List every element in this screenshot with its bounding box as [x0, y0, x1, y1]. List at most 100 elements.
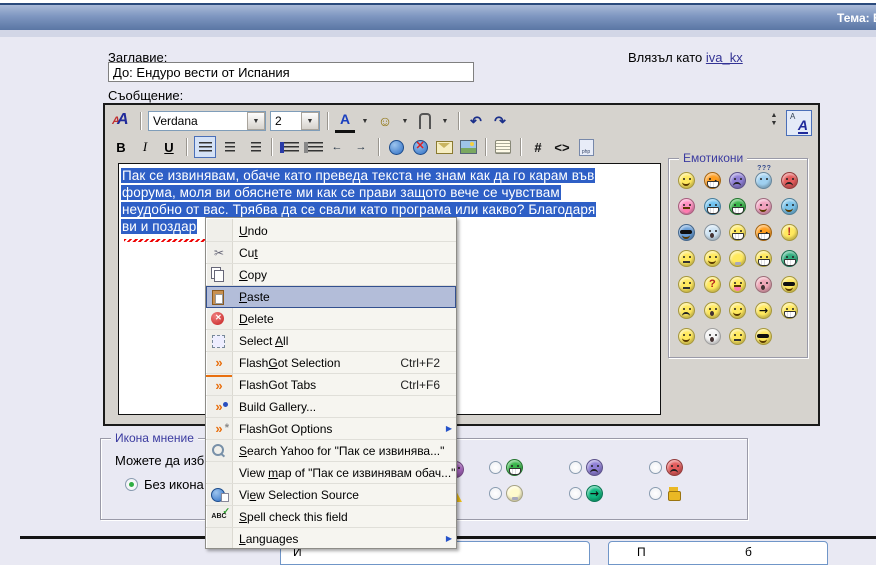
menu-item-cut[interactable]: ✂ Cut: [206, 242, 456, 264]
subject-input[interactable]: [108, 62, 474, 82]
menu-item-copy[interactable]: Copy: [206, 264, 456, 286]
post-icon-radio[interactable]: [489, 487, 502, 500]
emoticon-arrow[interactable]: [586, 485, 603, 502]
emoticon-frown[interactable]: [780, 172, 798, 189]
indent-icon[interactable]: →: [351, 137, 371, 157]
emoticon-laugh[interactable]: [729, 224, 747, 241]
menu-item-languages[interactable]: Languages ▶: [206, 528, 456, 548]
quote-icon[interactable]: [493, 137, 513, 157]
emoticon-menu-icon[interactable]: ☺: [375, 111, 395, 131]
post-icon-radio[interactable]: [649, 461, 662, 474]
emoticon-flat[interactable]: [678, 250, 696, 267]
undo-icon[interactable]: ↶: [466, 111, 486, 131]
emoticon-flat[interactable]: [729, 328, 747, 345]
emoticon-bulb[interactable]: [506, 485, 523, 502]
font-family-select[interactable]: Verdana ▼: [148, 111, 266, 131]
menu-item-spell-check-this-field[interactable]: ABC Spell check this field: [206, 506, 456, 528]
font-size-select[interactable]: 2 ▼: [270, 111, 320, 131]
preview-button[interactable]: П б: [608, 541, 828, 565]
emoticon-wink[interactable]: [780, 198, 798, 215]
menu-item-delete[interactable]: Delete: [206, 308, 456, 330]
menu-item-flashgot-tabs[interactable]: » FlashGot Tabs Ctrl+F6: [206, 374, 456, 396]
underline-icon[interactable]: U: [159, 137, 179, 157]
emoticon-bulb[interactable]: [729, 250, 747, 267]
resize-spinner[interactable]: ▲ ▼: [768, 112, 780, 127]
emoticon-smile[interactable]: [678, 328, 696, 345]
chevron-down-icon[interactable]: ▼: [359, 112, 371, 130]
emoticon-shock[interactable]: [755, 276, 773, 293]
emoticon-excl[interactable]: [780, 224, 798, 241]
spin-down-icon[interactable]: ▼: [771, 120, 778, 127]
post-icon-option[interactable]: [489, 459, 523, 476]
code-icon[interactable]: <>: [552, 137, 572, 157]
insert-image-icon[interactable]: [458, 137, 478, 157]
emoticon-thumb[interactable]: [666, 485, 683, 502]
emoticon-shades[interactable]: [678, 224, 696, 241]
emoticon-frown[interactable]: [586, 459, 603, 476]
redo-icon[interactable]: ↷: [490, 111, 510, 131]
post-icon-option[interactable]: [569, 485, 603, 502]
menu-item-build-gallery[interactable]: » Build Gallery...: [206, 396, 456, 418]
menu-item-search-yahoo-for[interactable]: Search Yahoo for "Пак се извинява...": [206, 440, 456, 462]
post-icon-option[interactable]: [649, 485, 683, 502]
menu-item-view-selection-source[interactable]: View Selection Source: [206, 484, 456, 506]
menu-item-select-all[interactable]: Select All: [206, 330, 456, 352]
outdent-icon[interactable]: ←: [327, 137, 347, 157]
post-icon-option[interactable]: [569, 459, 603, 476]
emoticon-shock[interactable]: [703, 302, 721, 319]
post-icon-radio[interactable]: [649, 487, 662, 500]
bbcode-toggle-icon[interactable]: AA: [111, 111, 133, 131]
emoticon-frown[interactable]: [678, 302, 696, 319]
post-icon-radio[interactable]: [569, 487, 582, 500]
emoticon-evil[interactable]: [703, 172, 721, 189]
align-right-icon[interactable]: [244, 137, 264, 157]
emoticon-arrow[interactable]: [755, 302, 773, 319]
emoticon-grin[interactable]: [780, 302, 798, 319]
emoticon-smile[interactable]: [703, 250, 721, 267]
insert-email-icon[interactable]: [434, 137, 454, 157]
menu-item-paste[interactable]: Paste: [206, 286, 456, 308]
italic-icon[interactable]: I: [135, 137, 155, 157]
align-center-icon[interactable]: [220, 137, 240, 157]
emoticon-evil[interactable]: [755, 224, 773, 241]
insert-link-icon[interactable]: [386, 137, 406, 157]
emoticon-tongue[interactable]: [678, 198, 696, 215]
post-icon-option[interactable]: [489, 485, 523, 502]
emoticon-shades[interactable]: [755, 328, 773, 345]
chevron-down-icon[interactable]: ▼: [439, 112, 451, 130]
post-icon-radio[interactable]: [489, 461, 502, 474]
menu-item-view-map-of[interactable]: View map of "Пак се извинявам обач...": [206, 462, 456, 484]
align-left-icon[interactable]: [194, 136, 216, 158]
emoticon-flat[interactable]: [678, 276, 696, 293]
emoticon-tongue[interactable]: [729, 276, 747, 293]
hash-icon[interactable]: #: [528, 137, 548, 157]
php-icon[interactable]: php: [576, 137, 596, 157]
attach-icon[interactable]: [415, 111, 435, 131]
post-icon-option[interactable]: [649, 459, 683, 476]
username-link[interactable]: iva_kx: [706, 50, 743, 65]
emoticon-quest[interactable]: [703, 276, 721, 293]
emoticon-grin[interactable]: [755, 250, 773, 267]
emoticon-frown[interactable]: [729, 172, 747, 189]
emoticon-smile[interactable]: [729, 302, 747, 319]
emoticon-smile[interactable]: [755, 198, 773, 215]
font-color-icon[interactable]: A: [335, 110, 355, 133]
bold-icon[interactable]: B: [111, 137, 131, 157]
unordered-list-icon[interactable]: [303, 137, 323, 157]
emoticon-huh[interactable]: ???: [755, 165, 773, 189]
no-icon-radio[interactable]: [125, 478, 138, 491]
chevron-down-icon[interactable]: ▼: [399, 112, 411, 130]
chevron-down-icon[interactable]: ▼: [247, 112, 265, 130]
post-icon-radio[interactable]: [569, 461, 582, 474]
emoticon-smile[interactable]: [678, 172, 696, 189]
chevron-down-icon[interactable]: ▼: [301, 112, 319, 130]
menu-item-undo[interactable]: Undo: [206, 220, 456, 242]
menu-item-flashgot-selection[interactable]: » FlashGot Selection Ctrl+F2: [206, 352, 456, 374]
emoticon-shock[interactable]: [703, 224, 721, 241]
emoticon-laugh[interactable]: [703, 198, 721, 215]
emoticon-frown[interactable]: [666, 459, 683, 476]
ordered-list-icon[interactable]: [279, 137, 299, 157]
spin-up-icon[interactable]: ▲: [771, 112, 778, 119]
emoticon-shock[interactable]: [703, 328, 721, 345]
menu-item-flashgot-options[interactable]: » FlashGot Options ▶: [206, 418, 456, 440]
